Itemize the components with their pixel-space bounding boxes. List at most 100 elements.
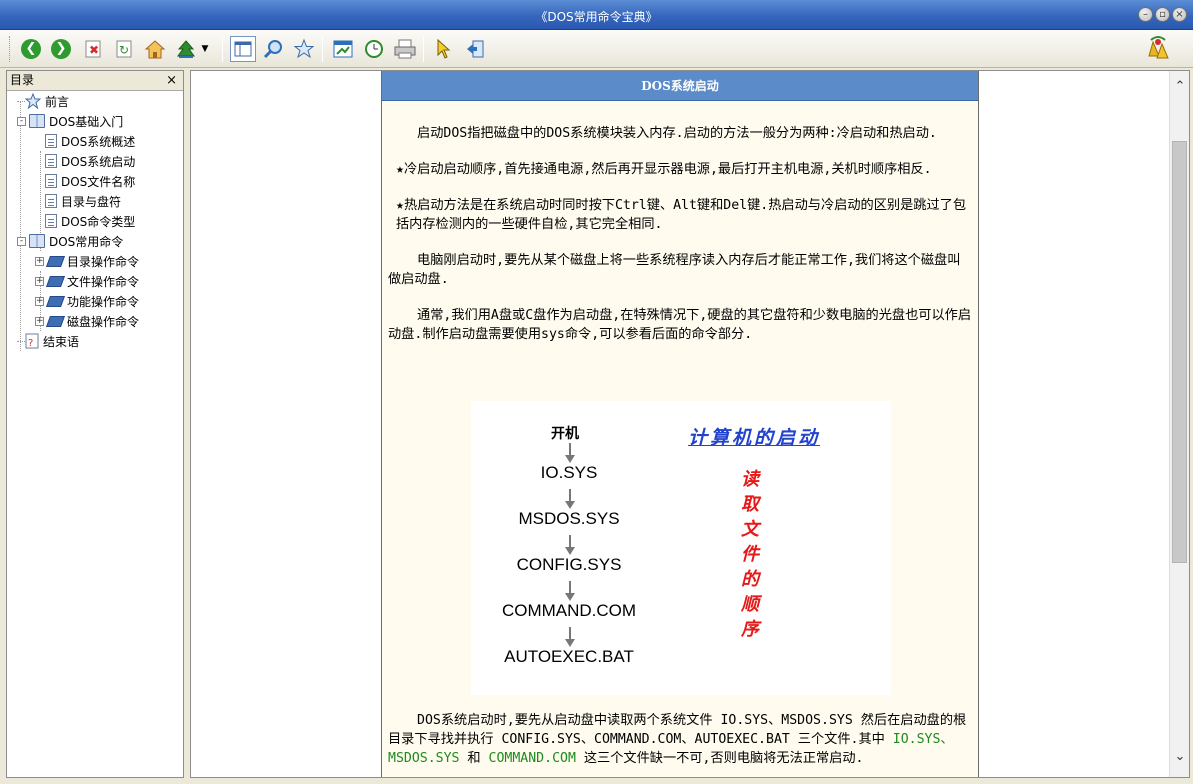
locate-button[interactable]	[173, 36, 199, 62]
flow-step: COMMAND.COM	[501, 601, 637, 620]
content-frame: DOS系统启动 启动DOS指把磁盘中的DOS系统模块装入内存.启动的方法一般分为…	[190, 70, 1190, 778]
svg-text:↻: ↻	[119, 43, 129, 57]
tree-item-label: DOS常用命令	[49, 234, 124, 249]
page-icon	[45, 154, 57, 168]
home-button[interactable]	[142, 36, 168, 62]
favorites-button[interactable]	[291, 36, 317, 62]
vertical-scrollbar[interactable]: ⌃ ⌄	[1169, 71, 1189, 777]
tree-item-preface[interactable]: 前言	[17, 91, 69, 111]
tree-connector	[17, 100, 25, 102]
back-button[interactable]: ❮	[18, 36, 44, 62]
caption-char: 取	[741, 494, 759, 515]
toolbar-separator	[423, 36, 424, 62]
book-icon	[45, 255, 66, 267]
expand-toggle[interactable]: +	[35, 256, 44, 266]
text-run: 和	[459, 751, 489, 766]
tree-item-dos-filenames[interactable]: DOS文件名称	[45, 171, 135, 191]
christmas-bells-icon	[1148, 36, 1169, 59]
tree-connector	[17, 340, 25, 342]
expand-toggle[interactable]: +	[35, 276, 44, 286]
magnifier-icon	[263, 40, 282, 59]
scroll-up-button[interactable]: ⌃	[1170, 79, 1190, 99]
book-icon	[45, 315, 66, 327]
tree-item-label: 文件操作命令	[67, 274, 140, 289]
minimize-button[interactable]: –	[1138, 7, 1153, 22]
text-run: 这三个文件缺一不可,否则电脑将无法正常启动.	[575, 751, 864, 766]
diagram-title: 计算机的启动	[688, 427, 821, 449]
paragraph: 启动DOS指把磁盘中的DOS系统模块装入内存.启动的方法一般分为两种:冷启动和热…	[417, 126, 937, 141]
close-pane-button[interactable]: ×	[166, 71, 177, 90]
collapse-toggle[interactable]: -	[17, 236, 26, 246]
tree-item-command-types[interactable]: DOS命令类型	[45, 211, 135, 231]
options-button[interactable]	[330, 36, 356, 62]
book-icon	[45, 275, 66, 287]
arrow-right-icon: ❯	[51, 39, 71, 59]
tree-item-function-commands[interactable]: + 功能操作命令	[35, 291, 139, 311]
diagram-start-label: 开机	[551, 426, 579, 442]
tree-item-conclusion[interactable]: ? 结束语	[17, 331, 79, 351]
article: DOS系统启动 启动DOS指把磁盘中的DOS系统模块装入内存.启动的方法一般分为…	[381, 71, 979, 777]
scroll-thumb[interactable]	[1172, 141, 1187, 563]
svg-text:?: ?	[28, 338, 33, 349]
exit-button[interactable]	[462, 36, 488, 62]
toolbar-separator	[322, 36, 323, 62]
flow-step: MSDOS.SYS	[518, 509, 620, 528]
locate-dropdown[interactable]: ▼	[198, 36, 212, 62]
close-button[interactable]: ×	[1172, 7, 1187, 22]
tree-item-label: 前言	[45, 94, 70, 109]
help-page-icon: ?	[25, 333, 39, 349]
tree-item-label: DOS系统概述	[61, 134, 136, 149]
tree-item-common-commands[interactable]: - DOS常用命令	[17, 231, 123, 251]
flow-arrowhead	[565, 547, 575, 555]
paragraph: 通常,我们用A盘或C盘作为启动盘,在特殊情况下,硬盘的其它盘符和少数电脑的光盘也…	[388, 308, 972, 342]
page-icon	[45, 194, 57, 208]
pane-icon	[234, 41, 252, 57]
tree-item-dos-overview[interactable]: DOS系统概述	[45, 131, 135, 151]
pointer-button[interactable]	[431, 36, 457, 62]
history-button[interactable]	[361, 36, 387, 62]
paragraph: DOS系统启动时,要先从启动盘中读取两个系统文件 IO.SYS、MSDOS.SY…	[382, 711, 978, 768]
restore-button[interactable]: ▫	[1155, 7, 1170, 22]
collapse-toggle[interactable]: -	[17, 116, 26, 126]
exit-icon	[467, 40, 484, 58]
stop-button[interactable]: ✖	[80, 36, 106, 62]
paragraph: 电脑刚启动时,要先从某个磁盘上将一些系统程序读入内存后才能正常工作,我们将这个磁…	[388, 253, 961, 287]
hide-pane-button[interactable]	[230, 36, 256, 62]
scroll-down-button[interactable]: ⌄	[1170, 749, 1190, 769]
caption-char: 读	[741, 469, 759, 490]
tree-connector	[20, 101, 21, 351]
flow-arrowhead	[565, 455, 575, 463]
title-bar: 《DOS常用命令宝典》 – ▫ ×	[0, 0, 1193, 30]
flow-arrow	[569, 489, 571, 501]
search-button[interactable]	[260, 36, 286, 62]
open-book-icon	[29, 114, 45, 128]
flow-step: AUTOEXEC.BAT	[504, 647, 634, 666]
tree-item-dos-basics[interactable]: - DOS基础入门	[17, 111, 123, 131]
window-title: 《DOS常用命令宝典》	[535, 10, 658, 24]
tree-item-dos-boot[interactable]: DOS系统启动	[45, 151, 135, 171]
tree-item-disk-commands[interactable]: + 磁盘操作命令	[35, 311, 139, 331]
expand-toggle[interactable]: +	[35, 316, 44, 326]
tree-item-directory-commands[interactable]: + 目录操作命令	[35, 251, 139, 271]
paragraph: ★冷启动启动顺序,首先接通电源,然后再开显示器电源,最后打开主机电源,关机时顺序…	[396, 162, 932, 177]
expand-toggle[interactable]: +	[35, 296, 44, 306]
article-heading: DOS系统启动	[382, 71, 978, 101]
tree-item-directories-drives[interactable]: 目录与盘符	[45, 191, 121, 211]
tree-item-label: 结束语	[43, 334, 80, 349]
window-controls: – ▫ ×	[1138, 7, 1187, 22]
forward-button[interactable]: ❯	[48, 36, 74, 62]
tree-item-file-commands[interactable]: + 文件操作命令	[35, 271, 139, 291]
tree-item-label: DOS系统启动	[61, 154, 136, 169]
flow-arrowhead	[565, 501, 575, 509]
boot-sequence-diagram: 开机 IO.SYS MSDOS.SYS CONFIG.SYS COMMAND.C…	[471, 401, 891, 695]
refresh-button[interactable]: ↻	[111, 36, 137, 62]
clock-icon	[365, 40, 383, 58]
tree-item-label: 目录与盘符	[61, 194, 122, 209]
page-icon	[45, 134, 57, 148]
caption-char: 的	[741, 569, 759, 590]
cursor-icon	[437, 39, 451, 59]
print-button[interactable]	[392, 36, 418, 62]
printer-icon	[394, 39, 416, 59]
tree-item-label: 目录操作命令	[67, 254, 140, 269]
tree-item-label: DOS文件名称	[61, 174, 136, 189]
